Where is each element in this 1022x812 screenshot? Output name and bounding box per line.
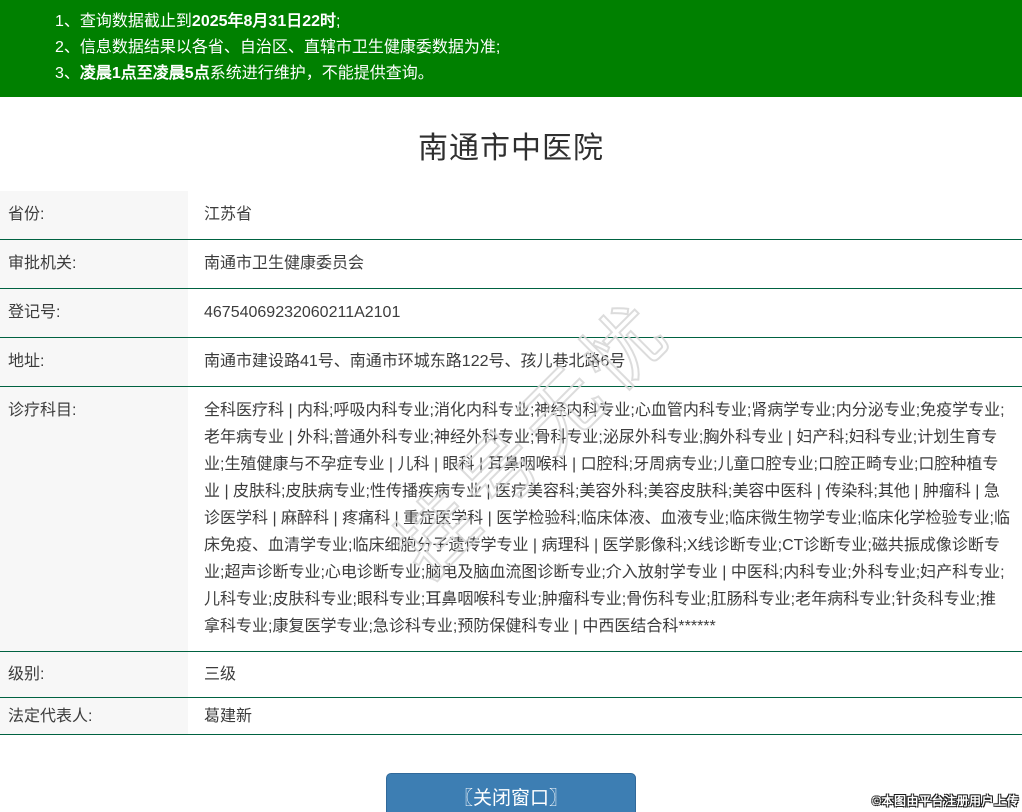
field-value: 南通市卫生健康委员会 [188, 240, 1022, 288]
table-row-medical-subjects: 诊疗科目: 全科医疗科 | 内科;呼吸内科专业;消化内科专业;神经内科专业;心血… [0, 387, 1022, 652]
notice-number: 1、 [55, 13, 80, 30]
field-value: 46754069232060211A2101 [188, 289, 1022, 337]
notice-bold-text: 凌晨1点至凌晨5点 [79, 65, 210, 82]
notice-text: 查询数据截止到 [79, 13, 192, 30]
field-label: 审批机关: [0, 240, 188, 288]
table-row-address: 地址: 南通市建设路41号、南通市环城东路122号、孩儿巷北路6号 [0, 338, 1022, 387]
upload-copyright: ©本图由平台注册用户上传 [872, 794, 1019, 808]
field-value: 葛建新 [188, 698, 1022, 734]
notice-line-3: 3、凌晨1点至凌晨5点系统进行维护，不能提供查询。 [55, 61, 1002, 87]
table-row-level: 级别: 三级 [0, 652, 1022, 698]
close-window-button[interactable]: 〖关闭窗口〗 [386, 773, 636, 812]
notice-banner: 1、查询数据截止到2025年8月31日22时; 2、信息数据结果以各省、自治区、… [0, 0, 1022, 97]
notice-text: 信息数据结果以各省、自治区、直辖市卫生健康委数据为准; [79, 39, 501, 56]
field-label: 级别: [0, 652, 188, 697]
table-row-legal-representative: 法定代表人: 葛建新 [0, 698, 1022, 735]
notice-text: 系统进行维护，不能提供查询。 [209, 65, 434, 82]
notice-number: 2、 [55, 39, 80, 56]
page-title: 南通市中医院 [418, 132, 604, 165]
table-row-registration-number: 登记号: 46754069232060211A2101 [0, 289, 1022, 338]
field-label: 地址: [0, 338, 188, 386]
field-label: 诊疗科目: [0, 387, 188, 651]
notice-line-2: 2、信息数据结果以各省、自治区、直辖市卫生健康委数据为准; [55, 35, 1002, 61]
notice-line-1: 1、查询数据截止到2025年8月31日22时; [55, 9, 1002, 35]
field-value: 南通市建设路41号、南通市环城东路122号、孩儿巷北路6号 [188, 338, 1022, 386]
notice-text: ; [336, 13, 341, 30]
query-result-page: 1、查询数据截止到2025年8月31日22时; 2、信息数据结果以各省、自治区、… [0, 0, 1022, 812]
field-value: 三级 [188, 652, 1022, 697]
field-label: 省份: [0, 191, 188, 239]
field-value: 江苏省 [188, 191, 1022, 239]
field-label: 登记号: [0, 289, 188, 337]
notice-number: 3、 [55, 65, 80, 82]
hospital-info-table: 省份: 江苏省 审批机关: 南通市卫生健康委员会 登记号: 4675406923… [0, 191, 1022, 735]
field-value: 全科医疗科 | 内科;呼吸内科专业;消化内科专业;神经内科专业;心血管内科专业;… [188, 387, 1022, 651]
table-row-approval-authority: 审批机关: 南通市卫生健康委员会 [0, 240, 1022, 289]
field-label: 法定代表人: [0, 698, 188, 734]
notice-bold-text: 2025年8月31日22时 [191, 13, 337, 30]
table-row-province: 省份: 江苏省 [0, 191, 1022, 240]
